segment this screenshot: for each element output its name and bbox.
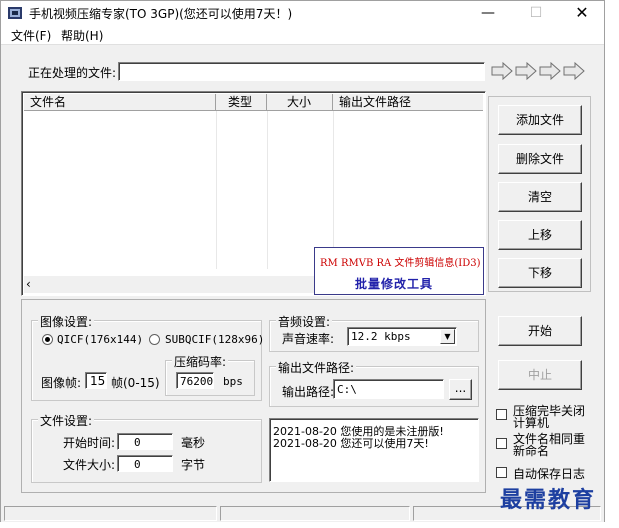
start-time-unit: 毫秒 xyxy=(181,436,206,450)
audio-settings-title: 音频设置: xyxy=(276,313,333,330)
menu-help[interactable]: 帮助(H) xyxy=(61,27,103,44)
status-panel xyxy=(4,506,217,521)
rename-label[interactable]: 文件名相同重 新命名 xyxy=(513,433,585,457)
column-divider xyxy=(333,111,334,269)
subqcif-label[interactable]: SUBQCIF(128x96) xyxy=(165,333,264,346)
file-list-header: 文件名 类型 大小 输出文件路径 xyxy=(24,94,483,111)
file-size-unit: 字节 xyxy=(181,458,206,472)
autosave-log-label[interactable]: 自动保存日志 xyxy=(513,465,585,482)
processing-label: 正在处理的文件: xyxy=(28,66,117,80)
arrow-right-icon xyxy=(563,61,585,81)
qcif-label[interactable]: QICF(176x144) xyxy=(57,333,143,346)
output-path-input[interactable]: C:\ xyxy=(333,379,444,399)
app-icon xyxy=(8,7,22,19)
start-button[interactable]: 开始 xyxy=(498,316,582,346)
menu-file[interactable]: 文件(F) xyxy=(11,27,51,44)
window-title: 手机视频压缩专家(TO 3GP)(您还可以使用7天！) xyxy=(29,7,293,21)
scroll-left-icon[interactable]: ‹ xyxy=(26,276,31,293)
log-line: 2021-08-20 您还可以使用7天! xyxy=(273,437,429,450)
rename-checkbox[interactable] xyxy=(496,438,507,449)
close-button[interactable]: ✕ xyxy=(559,1,605,25)
promo-id3-link[interactable]: RM RMVB RA 文件剪辑信息(ID3) xyxy=(320,254,481,269)
add-file-button[interactable]: 添加文件 xyxy=(498,105,582,135)
audio-rate-label: 声音速率: xyxy=(282,332,335,346)
shutdown-label[interactable]: 压缩完毕关闭 计算机 xyxy=(513,405,585,429)
log-box[interactable]: 2021-08-20 您使用的是未注册版! 2021-08-20 您还可以使用7… xyxy=(269,418,479,482)
file-size-label: 文件大小: xyxy=(63,458,116,472)
arrow-right-icon xyxy=(515,61,537,81)
status-panel xyxy=(220,506,410,521)
bitrate-unit: bps xyxy=(223,375,243,388)
fps-input[interactable]: 15 xyxy=(85,372,107,389)
fps-range-label: 帧(0-15) xyxy=(111,376,160,390)
maximize-button[interactable]: ☐ xyxy=(513,1,559,25)
minimize-button[interactable]: — xyxy=(465,1,511,25)
processing-file-field xyxy=(118,62,485,81)
move-up-button[interactable]: 上移 xyxy=(498,220,582,250)
output-path-title: 输出文件路径: xyxy=(276,359,357,376)
move-down-button[interactable]: 下移 xyxy=(498,258,582,288)
column-divider xyxy=(216,111,217,269)
menu-bar: 文件(F) 帮助(H) xyxy=(1,25,604,45)
autosave-log-checkbox[interactable] xyxy=(496,467,507,478)
file-settings-title: 文件设置: xyxy=(38,412,95,429)
start-time-label: 开始时间: xyxy=(63,436,116,450)
image-settings-title: 图像设置: xyxy=(38,313,95,330)
arrow-right-icon xyxy=(539,61,561,81)
dropdown-arrow-icon[interactable]: ▼ xyxy=(440,329,455,344)
promo-panel[interactable]: RM RMVB RA 文件剪辑信息(ID3) 批量修改工具 xyxy=(314,247,484,295)
column-header-type[interactable]: 类型 xyxy=(216,94,267,111)
qcif-radio[interactable] xyxy=(42,334,53,345)
column-header-filename[interactable]: 文件名 xyxy=(24,94,216,111)
delete-file-button[interactable]: 删除文件 xyxy=(498,144,582,174)
bitrate-input[interactable]: 76200 xyxy=(176,372,214,389)
audio-rate-select[interactable]: 12.2 kbps ▼ xyxy=(347,327,457,346)
shutdown-checkbox[interactable] xyxy=(496,409,507,420)
output-path-label: 输出路径: xyxy=(282,385,335,399)
horizontal-scrollbar[interactable]: ‹ xyxy=(24,276,315,293)
fps-label: 图像帧: xyxy=(41,376,82,390)
file-settings-group: 文件设置: xyxy=(31,412,262,483)
arrow-right-icon xyxy=(491,61,513,81)
app-window: 手机视频压缩专家(TO 3GP)(您还可以使用7天！) — ☐ ✕ 文件(F) … xyxy=(0,0,605,522)
bitrate-title: 压缩码率: xyxy=(172,353,229,370)
file-size-input[interactable]: 0 xyxy=(117,455,173,472)
clear-button[interactable]: 清空 xyxy=(498,182,582,212)
subqcif-radio[interactable] xyxy=(149,334,160,345)
watermark-logo: 最需教育 xyxy=(500,487,597,513)
column-header-output-path[interactable]: 输出文件路径 xyxy=(333,94,485,111)
start-time-input[interactable]: 0 xyxy=(117,433,173,450)
browse-button[interactable]: ... xyxy=(449,379,472,400)
stop-button[interactable]: 中止 xyxy=(498,360,582,390)
promo-batch-tool-link[interactable]: 批量修改工具 xyxy=(355,275,433,292)
title-bar: 手机视频压缩专家(TO 3GP)(您还可以使用7天！) — ☐ ✕ xyxy=(1,1,604,25)
column-header-size[interactable]: 大小 xyxy=(267,94,333,111)
column-divider xyxy=(267,111,268,269)
